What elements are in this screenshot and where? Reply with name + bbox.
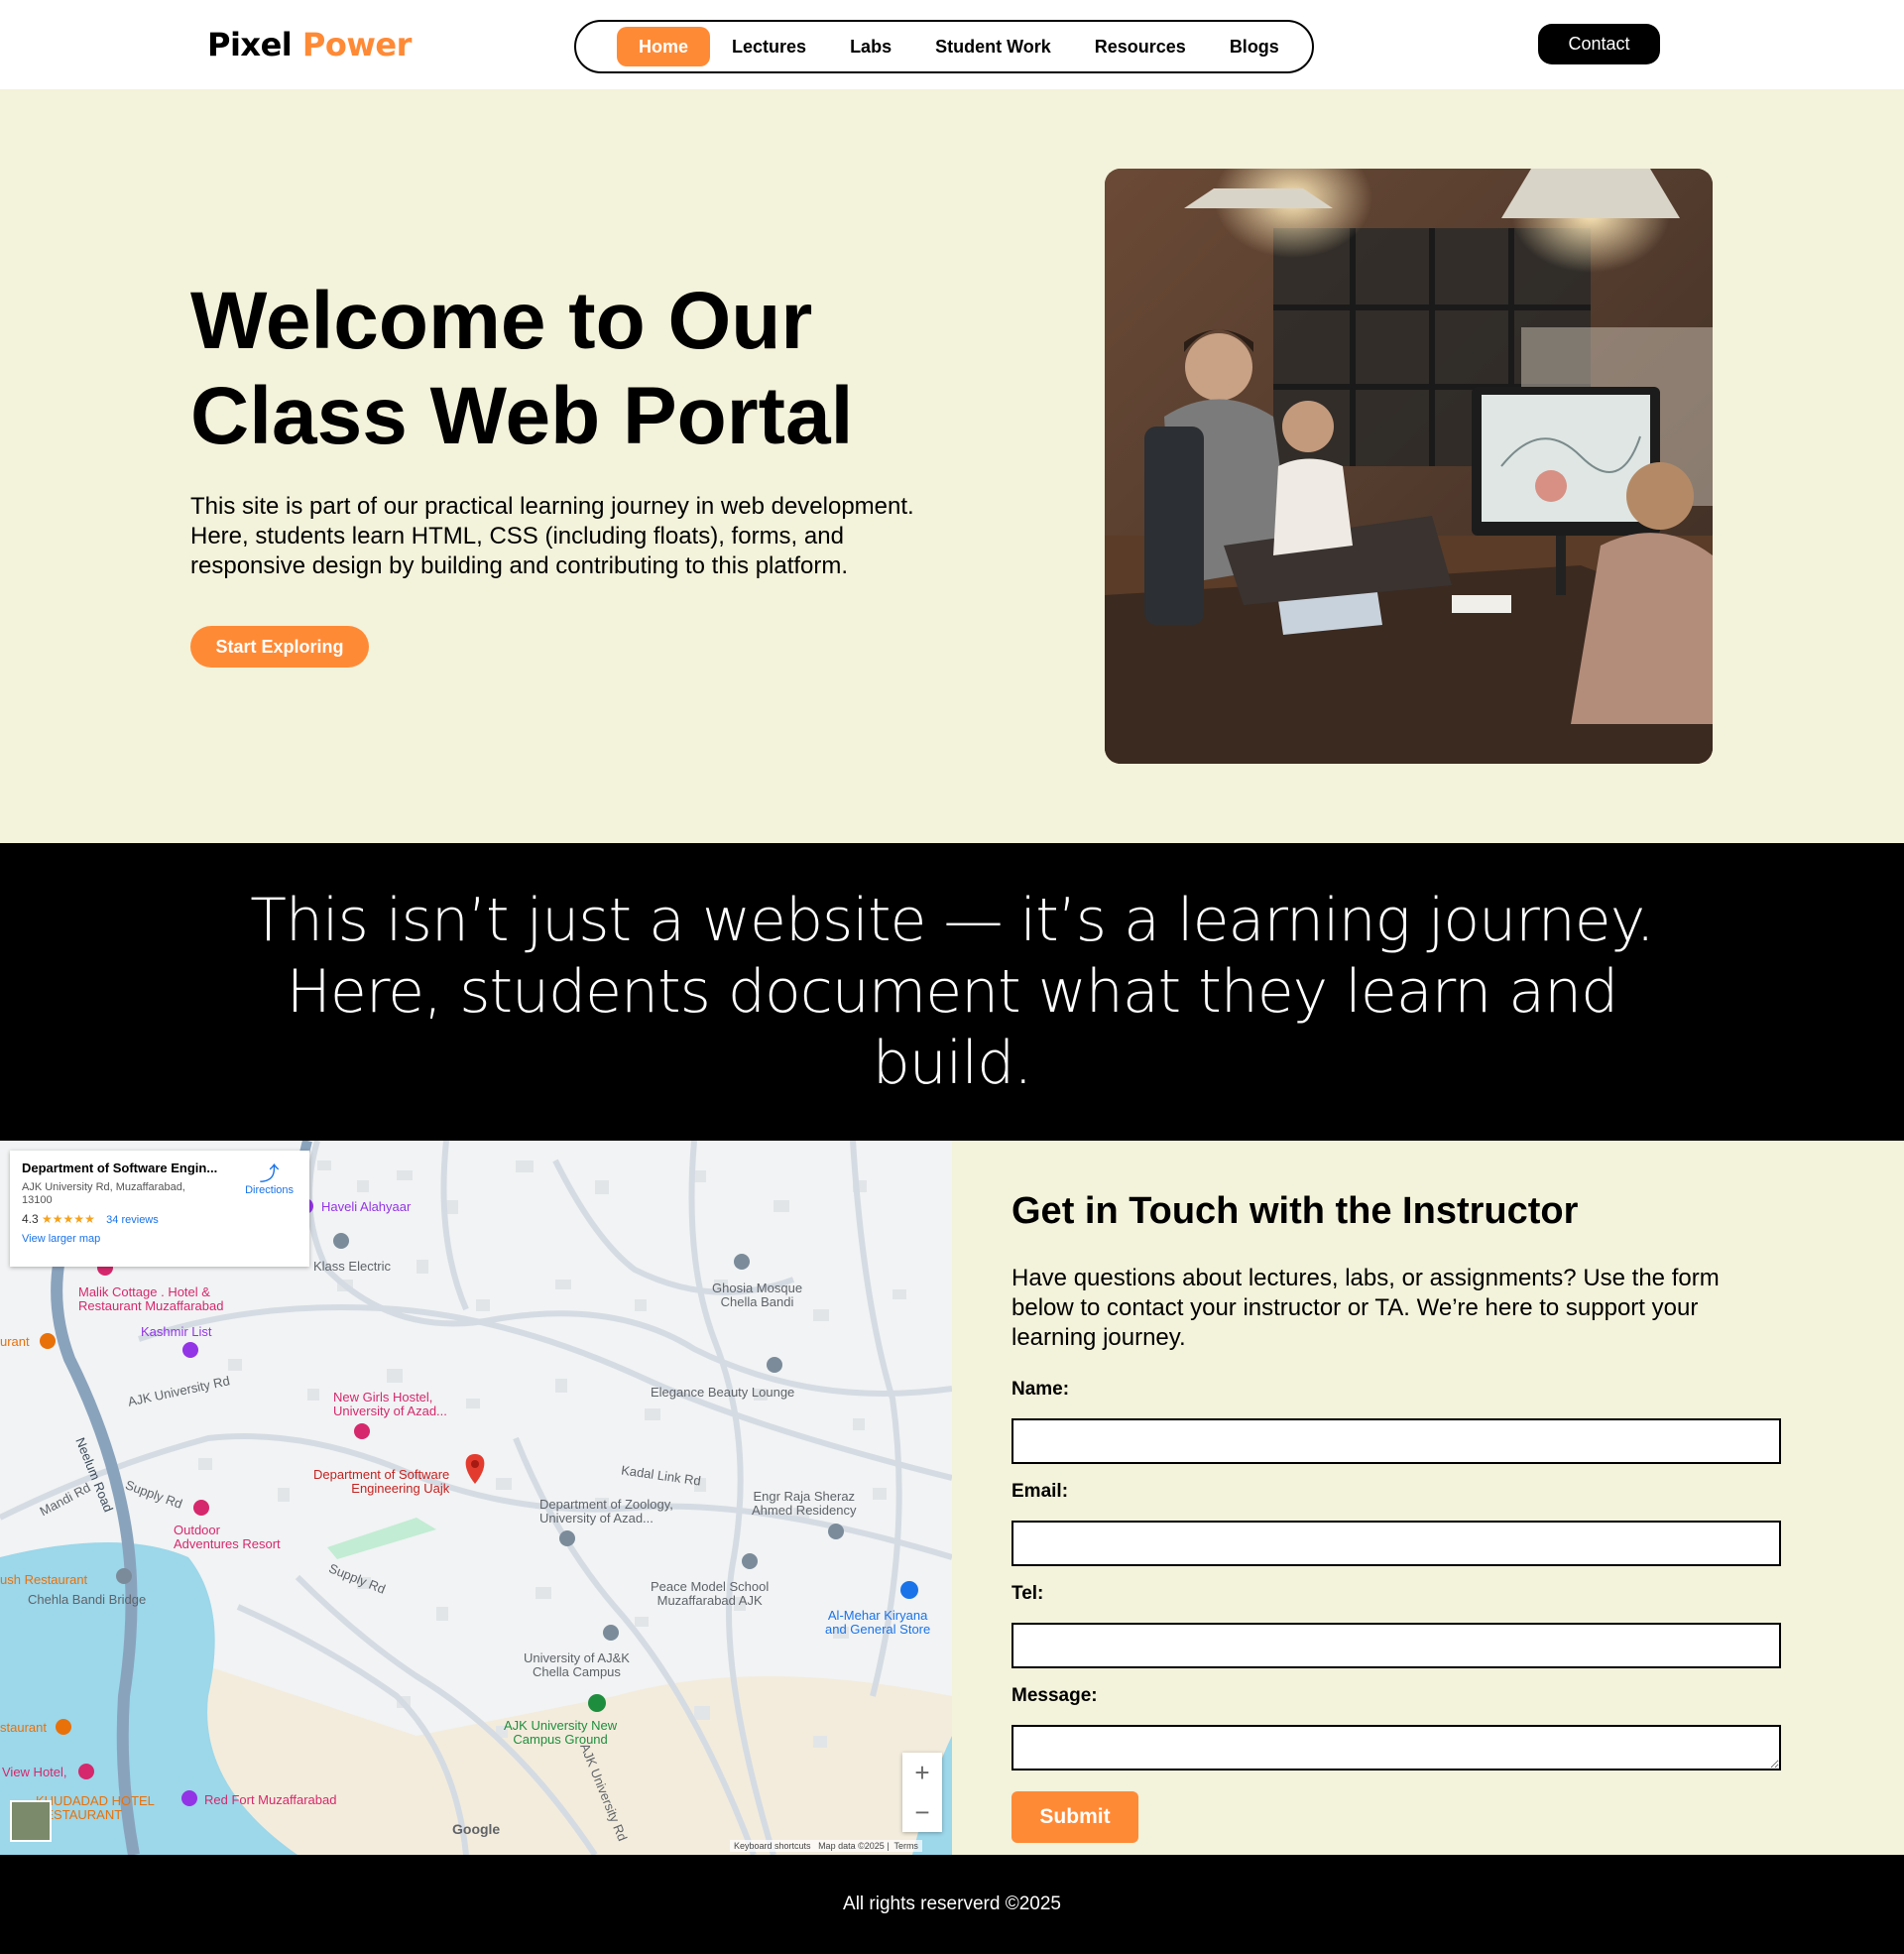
nav-home[interactable]: Home	[617, 27, 711, 66]
office-classroom-photo-icon	[1105, 169, 1713, 764]
tel-label: Tel:	[1012, 1583, 1044, 1604]
keyboard-shortcuts-link[interactable]: Keyboard shortcuts	[734, 1841, 811, 1851]
email-label: Email:	[1012, 1481, 1069, 1502]
contact-panel: Get in Touch with the Instructor Have qu…	[952, 1141, 1904, 1855]
zoom-controls: + −	[902, 1753, 942, 1832]
google-logo: Google	[452, 1821, 501, 1837]
message-label: Message:	[1012, 1685, 1098, 1706]
name-label: Name:	[1012, 1379, 1070, 1400]
reviews-link[interactable]: 34 reviews	[106, 1214, 159, 1226]
map-label[interactable]: New Girls Hostel, University of Azad...	[333, 1391, 447, 1418]
main-nav: Home Lectures Labs Student Work Resource…	[574, 20, 1314, 73]
map-label[interactable]: View Hotel,	[2, 1766, 67, 1779]
quote-text: This isn’t just a website — it’s a learn…	[250, 886, 1654, 1098]
rating-stars-icon: ★★★★★	[42, 1212, 95, 1226]
place-address: AJK University Rd, Muzaffarabad, 13100	[22, 1181, 185, 1206]
nav-resources[interactable]: Resources	[1073, 27, 1208, 66]
map-label[interactable]: Ghosia Mosque Chella Bandi	[712, 1282, 802, 1309]
quote-section: This isn’t just a website — it’s a learn…	[0, 843, 1904, 1141]
satellite-toggle[interactable]	[10, 1800, 52, 1842]
map-label[interactable]: staurant	[0, 1721, 47, 1735]
terms-link[interactable]: Terms	[893, 1841, 918, 1851]
contact-intro: Have questions about lectures, labs, or …	[1012, 1265, 1720, 1351]
hero-title: Welcome to Our Class Web Portal	[190, 276, 854, 461]
tel-field[interactable]	[1012, 1623, 1781, 1668]
map-label[interactable]: Haveli Alahyaar	[321, 1200, 411, 1214]
submit-button[interactable]: Submit	[1012, 1791, 1138, 1843]
hero-section: Welcome to Our Class Web Portal This sit…	[0, 89, 1904, 843]
map-label[interactable]: Department of Zoology, University of Aza…	[539, 1498, 673, 1526]
directions-label: Directions	[245, 1184, 294, 1196]
map-label[interactable]: ush Restaurant	[0, 1573, 87, 1587]
name-field[interactable]	[1012, 1418, 1781, 1464]
message-field[interactable]	[1012, 1725, 1781, 1771]
place-info-card: Department of Software Engin... AJK Univ…	[10, 1151, 309, 1267]
map-label[interactable]: Elegance Beauty Lounge	[651, 1386, 794, 1400]
footer-copyright: All rights reserverd ©2025	[843, 1893, 1061, 1914]
zoom-out-button[interactable]: −	[902, 1792, 942, 1832]
logo-text-power: Power	[301, 26, 412, 63]
site-footer: All rights reserverd ©2025	[0, 1855, 1904, 1954]
map-label[interactable]: Peace Model School Muzaffarabad AJK	[651, 1580, 769, 1608]
map-label[interactable]: Red Fort Muzaffarabad	[204, 1793, 336, 1807]
site-header: Pixel Power Home Lectures Labs Student W…	[0, 0, 1904, 89]
map-label[interactable]: Kashmir List	[141, 1325, 212, 1339]
contact-title: Get in Touch with the Instructor	[1012, 1190, 1579, 1232]
view-larger-map-link[interactable]: View larger map	[22, 1233, 298, 1245]
email-field[interactable]	[1012, 1521, 1781, 1566]
nav-student-work[interactable]: Student Work	[913, 27, 1073, 66]
map-label[interactable]: Al-Mehar Kiryana and General Store	[825, 1609, 930, 1637]
map-data-text: Map data ©2025	[818, 1841, 885, 1851]
map-label[interactable]: AJK University New Campus Ground	[504, 1719, 617, 1747]
start-exploring-button[interactable]: Start Exploring	[190, 626, 369, 668]
zoom-in-button[interactable]: +	[902, 1753, 942, 1792]
map-label[interactable]: KHUDADAD HOTEL RESTAURANT	[36, 1794, 155, 1822]
hero-description: This site is part of our practical learn…	[190, 493, 914, 579]
nav-labs[interactable]: Labs	[828, 27, 913, 66]
contact-button[interactable]: Contact	[1538, 24, 1660, 64]
map-label[interactable]: Klass Electric	[313, 1260, 391, 1274]
logo-text-pixel: Pixel	[207, 26, 293, 63]
contact-form: Name: Email: Tel: Message: Submit	[1012, 1379, 1904, 1843]
embedded-map[interactable]: Department of Software Engin... AJK Univ…	[0, 1141, 952, 1855]
rating-value: 4.3	[22, 1212, 39, 1226]
map-label-selected[interactable]: Department of Software Engineering Uajk	[313, 1468, 449, 1496]
nav-lectures[interactable]: Lectures	[710, 27, 828, 66]
map-label[interactable]: Engr Raja Sheraz Ahmed Residency	[752, 1490, 857, 1518]
hero-image	[1105, 169, 1713, 764]
map-attribution: Keyboard shortcuts Map data ©2025 | Term…	[730, 1840, 922, 1852]
nav-blogs[interactable]: Blogs	[1208, 27, 1301, 66]
map-contact-section: Department of Software Engin... AJK Univ…	[0, 1141, 1904, 1855]
directions-button[interactable]: ⤴ Directions	[245, 1164, 294, 1196]
site-logo[interactable]: Pixel Power	[207, 26, 412, 63]
map-label[interactable]: Outdoor Adventures Resort	[174, 1524, 281, 1551]
map-label[interactable]: urant	[0, 1335, 30, 1349]
place-rating: 4.3 ★★★★★ 34 reviews	[22, 1212, 298, 1226]
map-label[interactable]: University of AJ&K Chella Campus	[524, 1651, 630, 1679]
directions-icon: ⤴	[259, 1163, 280, 1185]
map-label[interactable]: Malik Cottage . Hotel & Restaurant Muzaf…	[78, 1285, 223, 1313]
map-label[interactable]: Chehla Bandi Bridge	[28, 1593, 146, 1607]
